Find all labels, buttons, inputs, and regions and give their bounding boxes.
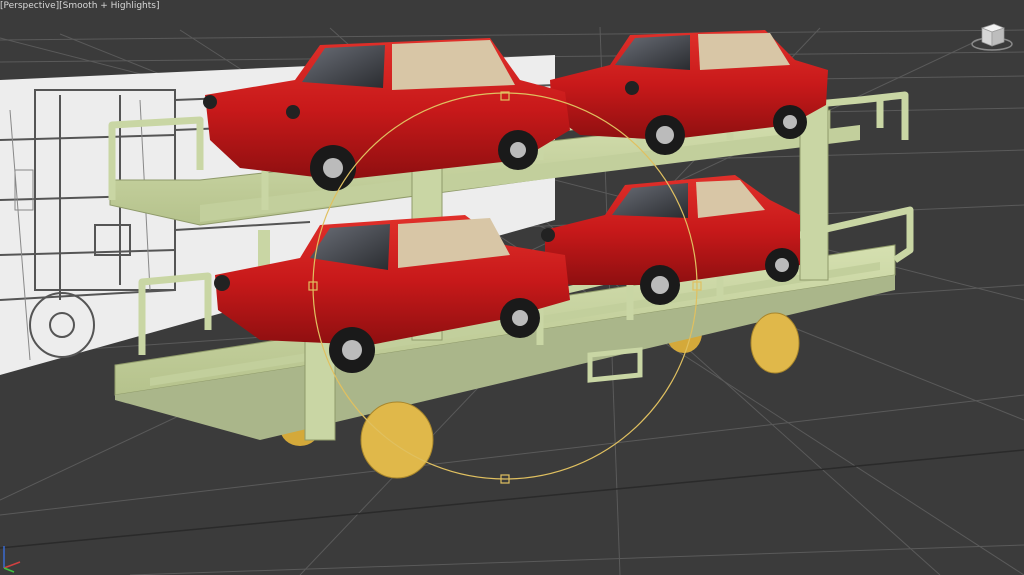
grid-main-axis [0, 449, 1024, 549]
viewport-label: [Perspective][Smooth + Highlights] [0, 0, 160, 12]
viewcube-icon[interactable] [968, 18, 1016, 54]
view-mode-menu[interactable]: Perspective [4, 1, 56, 11]
label-separator: ][ [55, 1, 63, 11]
scene-canvas[interactable] [0, 0, 1024, 575]
shading-mode-menu[interactable]: Smooth + Highlights [63, 1, 156, 11]
label-bracket-close: ] [155, 1, 160, 11]
wheel-front-left[interactable] [360, 401, 434, 479]
wheel-front-right[interactable] [750, 312, 800, 374]
axis-tripod-icon [3, 546, 21, 573]
perspective-viewport[interactable]: [Perspective][Smooth + Highlights] [0, 0, 1024, 575]
